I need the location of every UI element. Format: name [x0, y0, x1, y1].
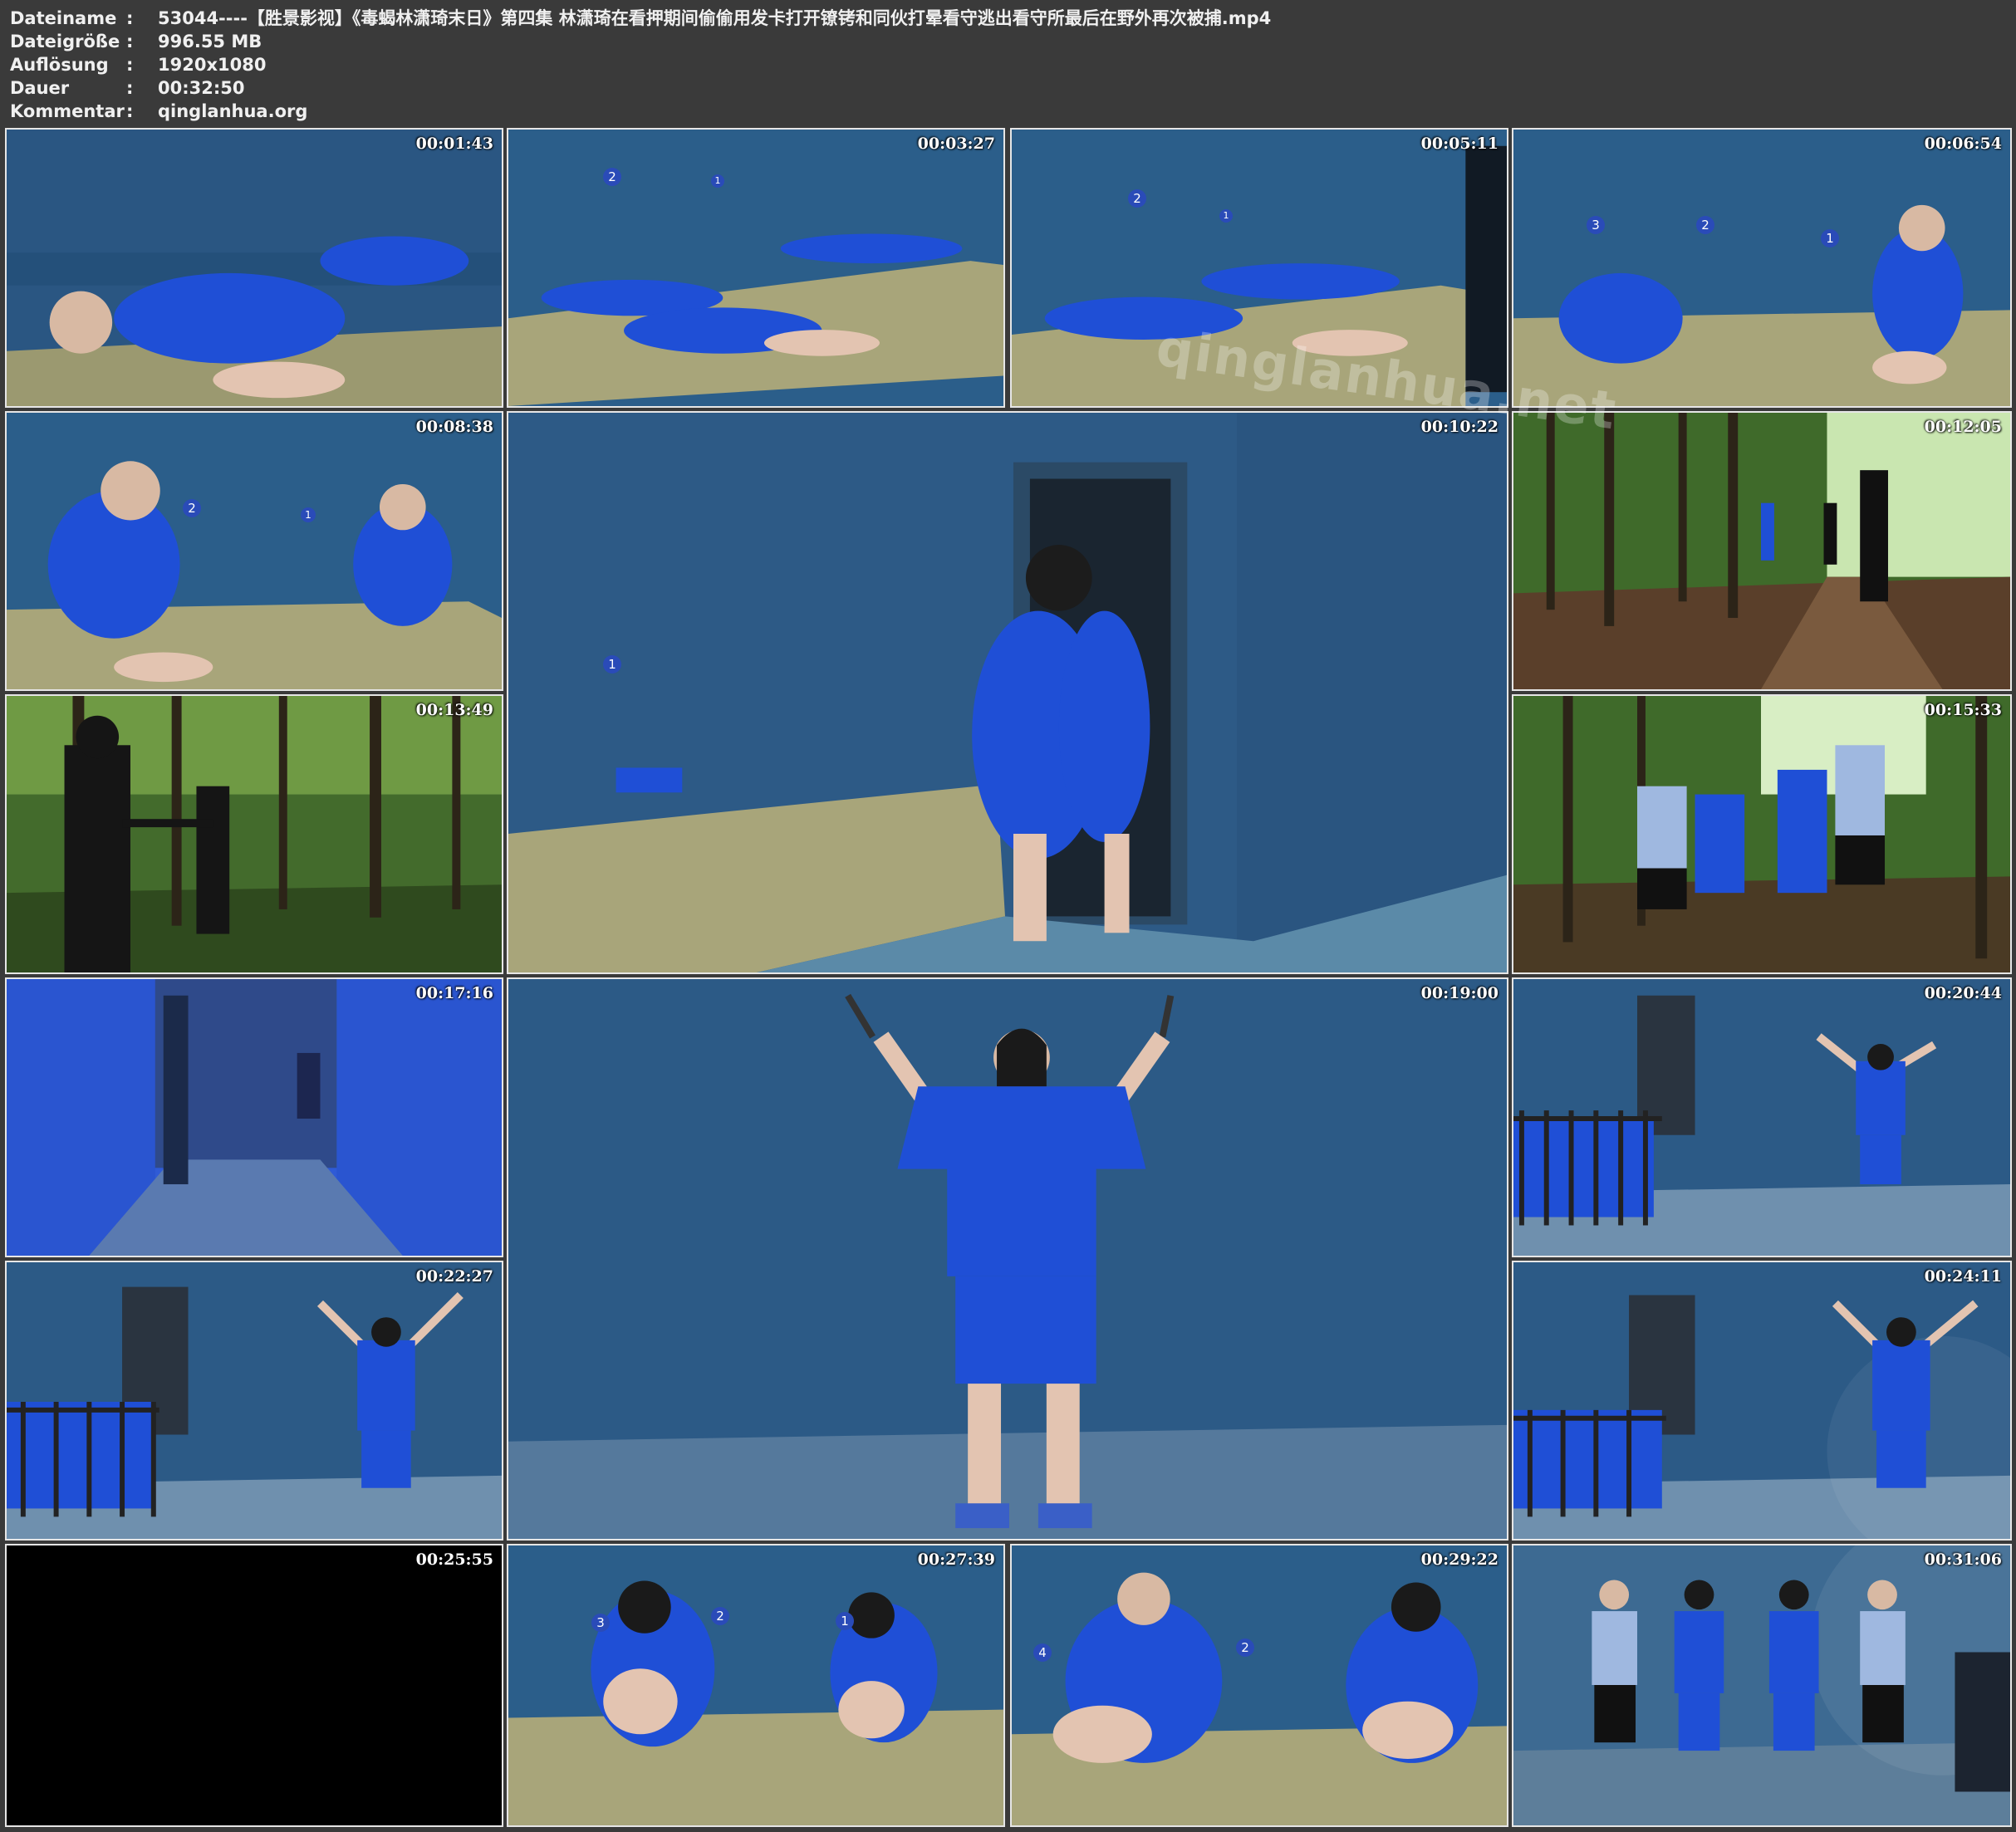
- timestamp: 00:03:27: [917, 135, 995, 153]
- meta-row-filename: Dateiname: 53044----【胜景影视】《毒蝎林潇琦末日》第四集 林潇…: [10, 7, 1271, 30]
- timestamp: 00:17:16: [415, 984, 493, 1002]
- timestamp: 00:24:11: [1924, 1267, 2002, 1286]
- scene-black: [7, 1545, 502, 1825]
- meta-key: Dateigröße: [10, 32, 120, 51]
- timestamp: 00:15:33: [1924, 701, 2002, 719]
- cell-number-marker: 3: [591, 1614, 610, 1632]
- scene-cell-floor: [508, 130, 1003, 406]
- scene-seated: [508, 1545, 1003, 1825]
- meta-colon: :: [126, 101, 134, 121]
- meta-key: Kommentar: [10, 101, 125, 121]
- scene-cell-door: [508, 413, 1507, 972]
- meta-key: Auflösung: [10, 55, 109, 75]
- thumbnail-1[interactable]: 00:01:43: [5, 128, 503, 408]
- thumbnail-4[interactable]: 3 2 1 00:06:54: [1512, 128, 2012, 408]
- meta-value-comment: qinglanhua.org: [158, 101, 308, 121]
- timestamp: 00:19:00: [1420, 984, 1499, 1002]
- cell-number-marker: 1: [1821, 229, 1839, 247]
- timestamp: 00:05:11: [1420, 135, 1499, 153]
- meta-colon: :: [126, 32, 134, 51]
- cell-number-marker: 4: [1033, 1643, 1052, 1662]
- timestamp: 00:08:38: [415, 418, 493, 436]
- scene-wall-chained-small: [1513, 979, 2010, 1256]
- timestamp: 00:22:27: [415, 1267, 493, 1286]
- meta-value-filesize: 996.55 MB: [158, 32, 262, 51]
- scene-wall-chained-small: [7, 1262, 502, 1539]
- meta-key: Dauer: [10, 78, 70, 98]
- scene-cell-corner: [1513, 130, 2010, 406]
- scene-cell-floor: [1012, 130, 1507, 406]
- thumbnail-6[interactable]: 1 00:10:22: [507, 411, 1508, 974]
- cell-number-marker: 1: [301, 507, 316, 522]
- timestamp: 00:06:54: [1924, 135, 2002, 153]
- timestamp: 00:12:05: [1924, 418, 2002, 436]
- meta-key: Dateiname: [10, 8, 117, 28]
- cell-number-marker: 2: [711, 1607, 729, 1625]
- meta-colon: :: [126, 55, 134, 75]
- timestamp: 00:27:39: [917, 1550, 995, 1569]
- timestamp: 00:31:06: [1924, 1550, 2002, 1569]
- cell-number-marker: 2: [183, 499, 201, 517]
- meta-value-filename: 53044----【胜景影视】《毒蝎林潇琦末日》第四集 林潇琦在看押期间偷偷用发…: [158, 8, 1272, 28]
- thumbnail-5[interactable]: 2 1 00:08:38: [5, 411, 503, 691]
- meta-row-filesize: Dateigröße: 996.55 MB: [10, 30, 262, 53]
- cell-number-marker: 1: [711, 174, 724, 188]
- file-info-header: Dateiname: 53044----【胜景影视】《毒蝎林潇琦末日》第四集 林潇…: [0, 0, 2016, 125]
- timestamp: 00:10:22: [1420, 418, 1499, 436]
- timestamp: 00:01:43: [415, 135, 493, 153]
- scene-forest: [1513, 413, 2010, 689]
- cell-number-marker: 1: [603, 655, 621, 674]
- meta-row-comment: Kommentar: qinglanhua.org: [10, 100, 307, 123]
- timestamp: 00:13:49: [415, 701, 493, 719]
- cell-number-marker: 2: [1236, 1639, 1254, 1657]
- thumbnail-11[interactable]: 00:19:00: [507, 977, 1508, 1541]
- meta-row-resolution: Auflösung: 1920x1080: [10, 53, 266, 76]
- thumbnail-2[interactable]: 2 1 00:03:27: [507, 128, 1005, 408]
- thumbnail-13[interactable]: 00:22:27: [5, 1261, 503, 1541]
- scene-wall-chained-small: [1513, 1262, 2010, 1539]
- meta-colon: :: [126, 8, 134, 28]
- meta-value-duration: 00:32:50: [158, 78, 245, 98]
- thumbnail-9[interactable]: 00:15:33: [1512, 694, 2012, 974]
- scene-seated: [1012, 1545, 1507, 1825]
- cell-number-marker: 2: [603, 168, 621, 186]
- scene-cell-corner: [7, 413, 502, 689]
- scene-forest-dark: [7, 696, 502, 972]
- thumbnail-16[interactable]: 3 2 1 00:27:39: [507, 1544, 1005, 1827]
- scene-lineup: [1513, 1545, 2010, 1825]
- thumbnail-14[interactable]: 00:24:11: [1512, 1261, 2012, 1541]
- thumbnail-15[interactable]: 00:25:55: [5, 1544, 503, 1827]
- thumbnail-3[interactable]: 2 1 00:05:11: [1010, 128, 1508, 408]
- thumbnail-7[interactable]: 00:12:05: [1512, 411, 2012, 691]
- thumbnail-17[interactable]: 4 2 00:29:22: [1010, 1544, 1508, 1827]
- timestamp: 00:29:22: [1420, 1550, 1499, 1569]
- timestamp: 00:25:55: [415, 1550, 493, 1569]
- thumbnail-8[interactable]: 00:13:49: [5, 694, 503, 974]
- timestamp: 00:20:44: [1924, 984, 2002, 1002]
- scene-wall-chained: [508, 979, 1507, 1539]
- thumbnail-18[interactable]: 00:31:06: [1512, 1544, 2012, 1827]
- thumbnail-10[interactable]: 00:17:16: [5, 977, 503, 1257]
- meta-value-resolution: 1920x1080: [158, 55, 267, 75]
- cell-number-marker: 2: [1696, 216, 1714, 234]
- cell-number-marker: 1: [836, 1612, 854, 1630]
- meta-colon: :: [126, 78, 134, 98]
- scene-corridor: [7, 979, 502, 1256]
- cell-number-marker: 3: [1587, 216, 1605, 234]
- meta-row-duration: Dauer: 00:32:50: [10, 76, 244, 100]
- thumbnail-12[interactable]: 00:20:44: [1512, 977, 2012, 1257]
- scene-cell-floor: [7, 130, 502, 406]
- cell-number-marker: 2: [1128, 189, 1146, 208]
- cell-number-marker: 1: [1219, 209, 1233, 223]
- scene-forest: [1513, 696, 2010, 972]
